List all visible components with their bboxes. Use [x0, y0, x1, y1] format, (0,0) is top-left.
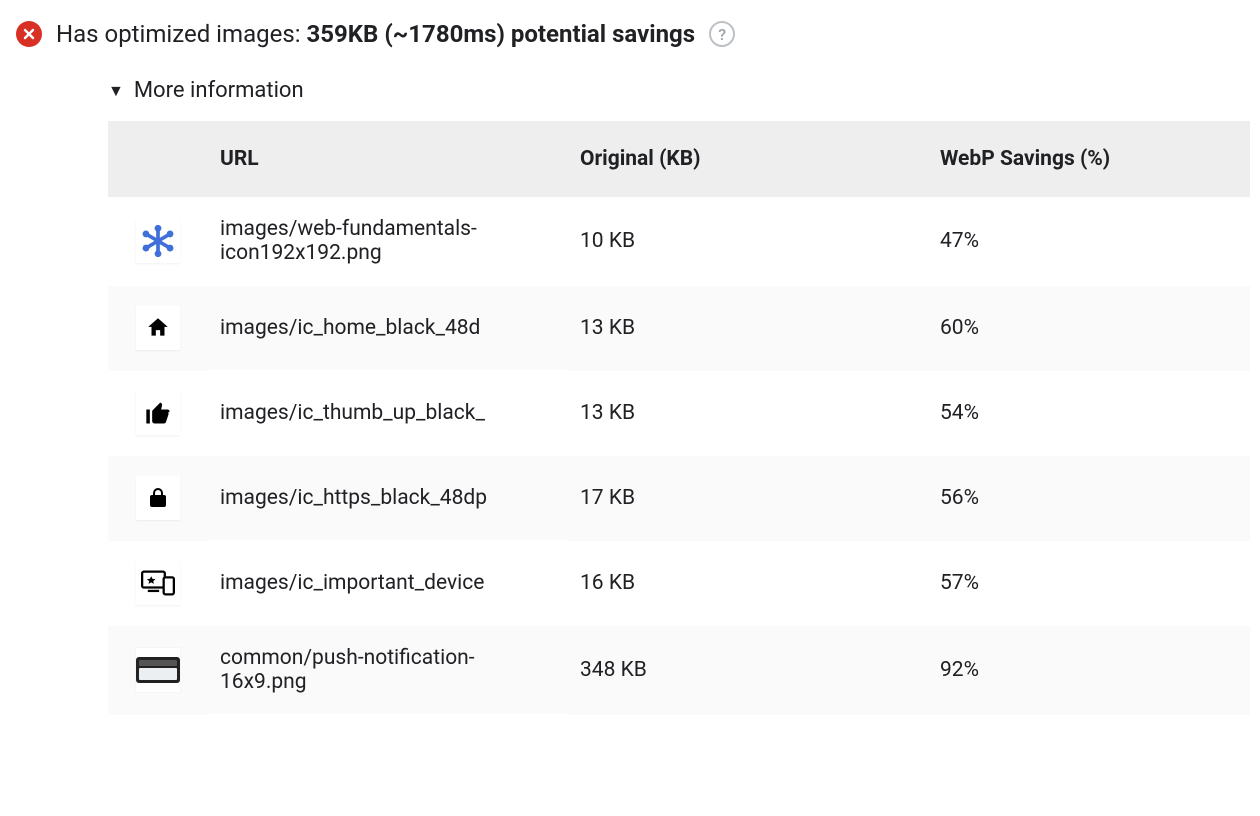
savings-cell: 60% [928, 286, 1250, 371]
table-row[interactable]: images/ic_home_black_48d13 KB60% [108, 286, 1250, 371]
devices-icon [136, 561, 180, 605]
audit-savings-text: 359KB (~1780ms) potential savings [306, 20, 695, 48]
table-header-row: URL Original (KB) WebP Savings (%) [108, 121, 1250, 197]
disclosure-triangle-icon: ▼ [108, 83, 124, 99]
home-icon [136, 306, 180, 350]
details-section: ▼ More information URL Original (KB) Web… [108, 78, 1250, 715]
thumbnail-cell [108, 371, 208, 456]
thumb-icon [136, 391, 180, 435]
url-cell: common/push-notification-16x9.png [208, 626, 568, 715]
push-icon [136, 648, 180, 692]
audit-header: Has optimized images: 359KB (~1780ms) po… [16, 20, 1250, 48]
help-icon[interactable]: ? [709, 21, 735, 47]
push-notification-thumb-icon [136, 657, 180, 683]
asterisk-icon [136, 219, 180, 263]
audit-title: Has optimized images: 359KB (~1780ms) po… [56, 20, 695, 48]
more-information-label: More information [134, 78, 304, 103]
original-size-cell: 10 KB [568, 197, 928, 286]
original-size-cell: 16 KB [568, 541, 928, 626]
original-size-cell: 13 KB [568, 286, 928, 371]
lock-icon [136, 476, 180, 520]
column-original: Original (KB) [568, 121, 928, 197]
column-thumbnail [108, 121, 208, 197]
table-row[interactable]: images/ic_thumb_up_black_13 KB54% [108, 371, 1250, 456]
savings-cell: 92% [928, 626, 1250, 715]
audit-title-prefix: Has optimized images: [56, 20, 306, 48]
thumbnail-cell [108, 456, 208, 541]
column-url: URL [208, 121, 568, 197]
thumbnail-cell [108, 626, 208, 715]
table-row[interactable]: images/ic_important_device16 KB57% [108, 541, 1250, 626]
url-cell: images/ic_https_black_48dp [208, 456, 568, 541]
table-row[interactable]: common/push-notification-16x9.png348 KB9… [108, 626, 1250, 715]
original-size-cell: 348 KB [568, 626, 928, 715]
column-savings: WebP Savings (%) [928, 121, 1250, 197]
savings-cell: 56% [928, 456, 1250, 541]
url-cell: images/ic_home_black_48d [208, 286, 568, 371]
table-row[interactable]: images/web-fundamentals-icon192x192.png1… [108, 197, 1250, 286]
url-cell: images/web-fundamentals-icon192x192.png [208, 197, 568, 286]
thumbnail-cell [108, 541, 208, 626]
savings-cell: 47% [928, 197, 1250, 286]
optimized-images-table: URL Original (KB) WebP Savings (%) image… [108, 121, 1250, 715]
thumbnail-cell [108, 197, 208, 286]
table-row[interactable]: images/ic_https_black_48dp17 KB56% [108, 456, 1250, 541]
original-size-cell: 17 KB [568, 456, 928, 541]
url-cell: images/ic_thumb_up_black_ [208, 371, 568, 456]
more-information-toggle[interactable]: ▼ More information [108, 78, 1250, 103]
savings-cell: 57% [928, 541, 1250, 626]
original-size-cell: 13 KB [568, 371, 928, 456]
savings-cell: 54% [928, 371, 1250, 456]
thumbnail-cell [108, 286, 208, 371]
url-cell: images/ic_important_device [208, 541, 568, 626]
status-fail-icon [16, 21, 42, 47]
